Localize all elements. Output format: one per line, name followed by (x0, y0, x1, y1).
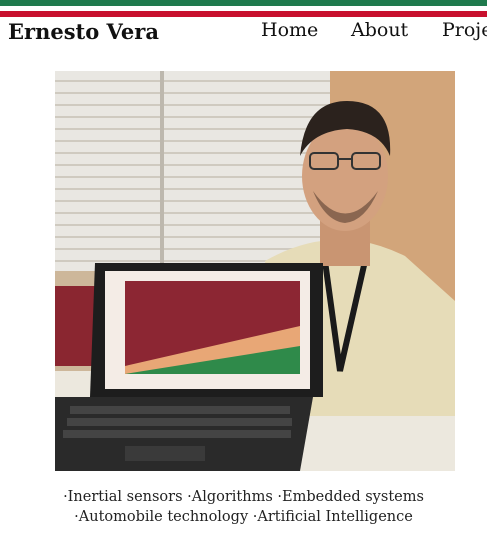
nav-home-link[interactable]: Home (261, 19, 318, 41)
portrait-photo (55, 71, 455, 471)
skills-line-1: ·Inertial sensors ·Algorithms ·Embedded … (63, 489, 424, 505)
flag-stripe-red (0, 11, 487, 17)
main-nav: Home About Projects (0, 19, 487, 45)
skills-line-2: ·Automobile technology ·Artificial Intel… (74, 509, 413, 525)
skills-tags: ·Inertial sensors ·Algorithms ·Embedded … (0, 487, 487, 527)
nav-projects-link[interactable]: Projects (442, 19, 487, 41)
nav-about-link[interactable]: About (351, 19, 408, 41)
